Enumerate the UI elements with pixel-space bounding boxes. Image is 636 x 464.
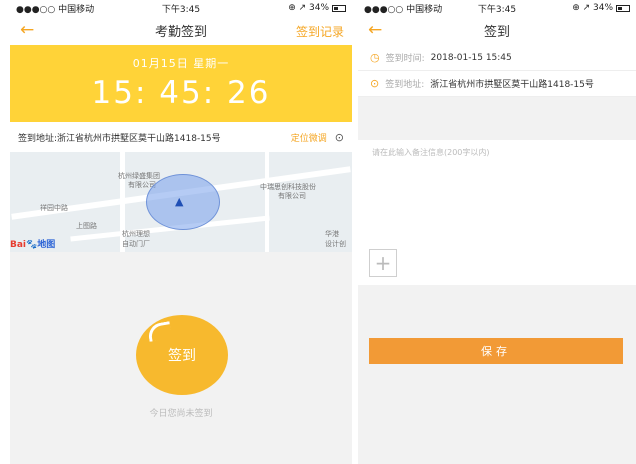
- battery-label: ⊕ ↗ 34%: [288, 3, 329, 13]
- carrier-label: ●●●○○ 中国移动: [364, 4, 443, 15]
- note-area: 请在此输入备注信息(200字以内) +: [358, 140, 636, 285]
- current-location-icon: ▲: [175, 195, 184, 208]
- add-photo-button[interactable]: +: [369, 249, 397, 277]
- clock-panel: 01月15日 星期一 15: 45: 26: [10, 45, 352, 122]
- checkin-address-label: 签到地址:: [385, 80, 425, 90]
- battery-icon: [616, 4, 630, 12]
- nav-bar: ← 考勤签到 签到记录: [10, 16, 352, 45]
- map-label: 华港: [325, 230, 339, 238]
- map-logo-suffix: 地图: [37, 240, 56, 250]
- battery-icon: [332, 4, 346, 12]
- map-label: 中瑞思创科技股份: [260, 183, 316, 191]
- map-label: 祥园中路: [40, 204, 68, 212]
- checkin-button[interactable]: 签到: [136, 315, 228, 395]
- map-logo-text: Bai: [10, 240, 27, 250]
- battery-area: ⊕ ↗ 34%: [572, 3, 630, 13]
- checkin-address-value: 浙江省杭州市拱墅区莫干山路1418-15号: [430, 80, 594, 90]
- map-logo: Bai🐾地图: [10, 237, 55, 250]
- map-label: 上图路: [76, 222, 97, 230]
- checkin-time-row: ◷ 签到时间: 2018-01-15 15:45: [358, 45, 636, 71]
- battery-label: ⊕ ↗ 34%: [572, 3, 613, 13]
- map-label: 杭州绿盛集团: [118, 172, 160, 180]
- map-label: 自动门厂: [122, 240, 150, 248]
- battery-area: ⊕ ↗ 34%: [288, 3, 346, 13]
- paw-icon: 🐾: [26, 240, 38, 250]
- checkin-status-text: 今日您尚未签到: [149, 409, 213, 419]
- map-road: [265, 152, 269, 252]
- map-label: 设计创: [325, 240, 346, 248]
- map-label: 杭州理想: [122, 230, 150, 238]
- current-date: 01月15日 星期一: [132, 57, 230, 70]
- checkin-time-label: 签到时间:: [385, 54, 425, 64]
- carrier-label: ●●●○○ 中国移动: [16, 4, 95, 15]
- current-time: 15: 45: 26: [91, 75, 271, 111]
- checkin-detail-screen: ●●●○○ 中国移动 下午3:45 ⊕ ↗ 34% ← 签到 ◷ 签到时间: 2…: [358, 0, 636, 464]
- checkin-address: 签到地址:浙江省杭州市拱墅区莫干山路1418-15号: [18, 133, 221, 144]
- checkin-button-label: 签到: [168, 348, 196, 364]
- map-view[interactable]: 杭州绿盛集团 有限公司 祥园中路 上图路 杭州理想 自动门厂 中瑞思创科技股份 …: [10, 152, 352, 252]
- address-bar: 签到地址:浙江省杭州市拱墅区莫干山路1418-15号 定位微调 ⊙: [10, 122, 352, 152]
- checkin-area: 签到 今日您尚未签到: [10, 252, 352, 464]
- location-pin-icon[interactable]: ⊙: [335, 131, 344, 144]
- location-pin-icon: ⊙: [370, 77, 380, 90]
- status-bar: ●●●○○ 中国移动 下午3:45 ⊕ ↗ 34%: [358, 0, 636, 16]
- clock-icon: ◷: [370, 51, 380, 64]
- status-bar: ●●●○○ 中国移动 下午3:45 ⊕ ↗ 34%: [10, 0, 352, 16]
- nav-bar: ← 签到: [358, 16, 636, 45]
- fine-tune-location-button[interactable]: 定位微调: [291, 131, 327, 144]
- loading-arc-icon: [146, 321, 173, 342]
- checkin-time-value: 2018-01-15 15:45: [430, 52, 512, 63]
- checkin-record-link[interactable]: 签到记录: [296, 23, 344, 40]
- page-title: 签到: [483, 25, 510, 40]
- map-label: 有限公司: [278, 192, 306, 200]
- note-input[interactable]: 请在此输入备注信息(200字以内): [372, 147, 490, 158]
- save-button[interactable]: 保存: [369, 338, 623, 364]
- checkin-address-row: ⊙ 签到地址: 浙江省杭州市拱墅区莫干山路1418-15号: [358, 71, 636, 97]
- checkin-screen: ●●●○○ 中国移动 下午3:45 ⊕ ↗ 34% ← 考勤签到 签到记录 01…: [10, 0, 352, 464]
